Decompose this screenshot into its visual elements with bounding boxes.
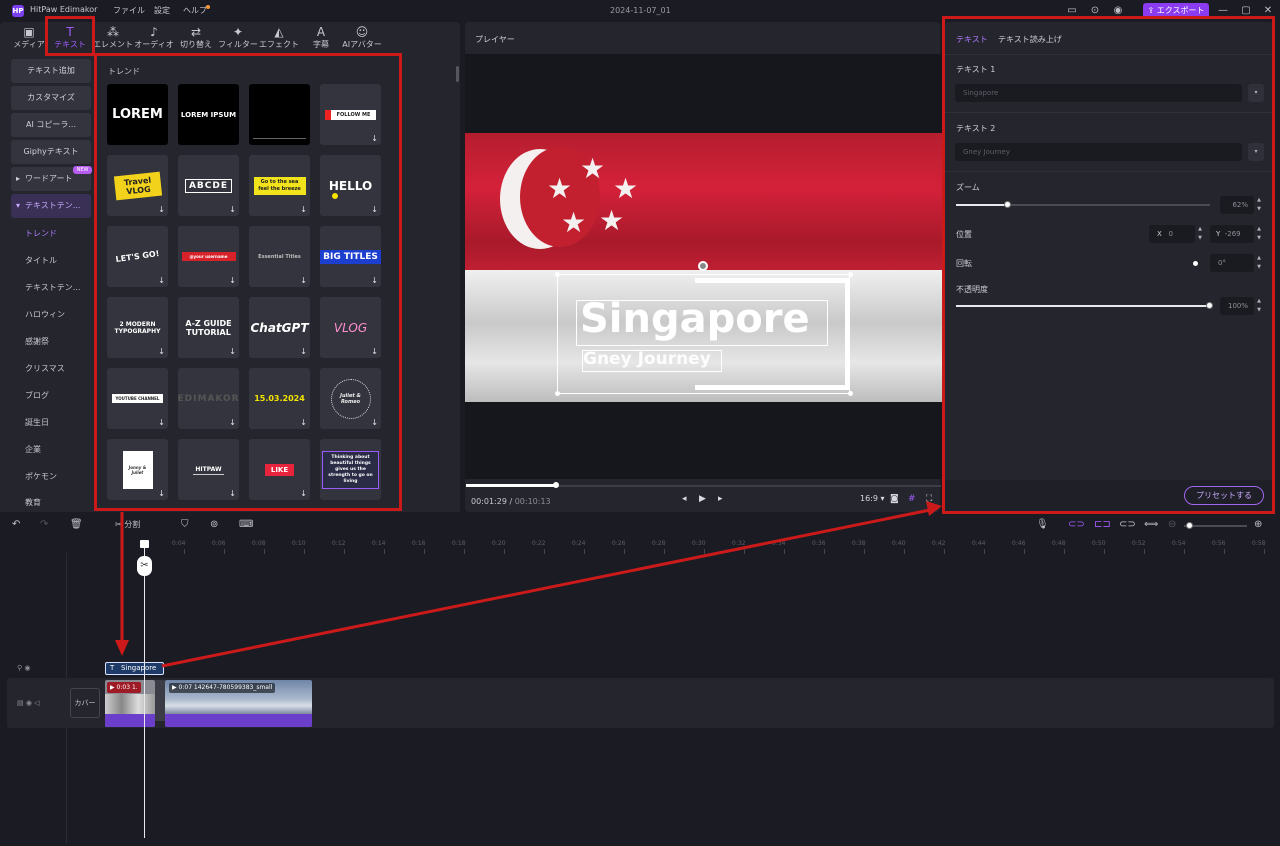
annotation-arrows: [115, 501, 942, 668]
annotation-arrow-diagonal: [161, 508, 931, 668]
arrowhead-diagonal: [926, 501, 942, 516]
arrowhead-down: [115, 640, 129, 656]
